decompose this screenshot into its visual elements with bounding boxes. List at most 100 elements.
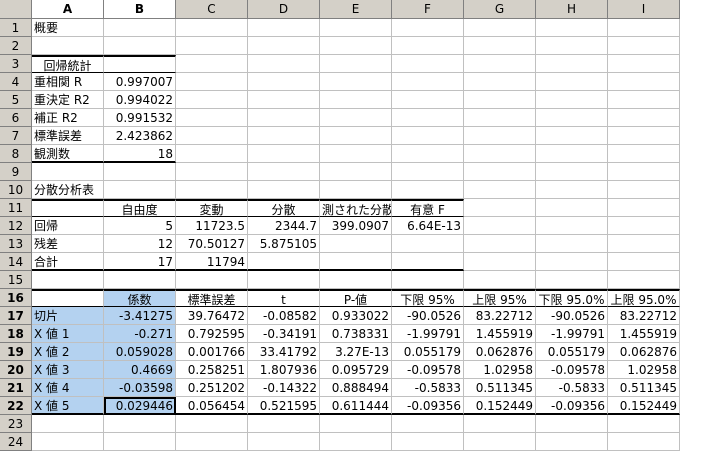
cell-e6[interactable]: [320, 109, 392, 127]
cell-f3[interactable]: [392, 55, 464, 73]
cell-f4[interactable]: [392, 73, 464, 91]
cell-i12[interactable]: [608, 217, 680, 235]
cell-h5[interactable]: [536, 91, 608, 109]
row-header-20[interactable]: 20: [0, 361, 32, 379]
cell-c22[interactable]: 0.056454: [176, 397, 248, 415]
cell-h19[interactable]: 0.055179: [536, 343, 608, 361]
cell-a8[interactable]: 観測数: [32, 145, 104, 163]
cell-c2[interactable]: [176, 37, 248, 55]
cell-i15[interactable]: [608, 271, 680, 289]
cell-e3[interactable]: [320, 55, 392, 73]
row-header-12[interactable]: 12: [0, 217, 32, 235]
cell-d14[interactable]: [248, 253, 320, 271]
cell-g3[interactable]: [464, 55, 536, 73]
cell-b19[interactable]: 0.059028: [104, 343, 176, 361]
cell-g22[interactable]: 0.152449: [464, 397, 536, 415]
cell-g5[interactable]: [464, 91, 536, 109]
cell-h23[interactable]: [536, 415, 608, 433]
cell-b11[interactable]: 自由度: [104, 199, 176, 217]
column-header-i[interactable]: I: [608, 0, 680, 19]
cell-e10[interactable]: [320, 181, 392, 199]
cell-g20[interactable]: 1.02958: [464, 361, 536, 379]
row-header-19[interactable]: 19: [0, 343, 32, 361]
cell-d2[interactable]: [248, 37, 320, 55]
cell-c24[interactable]: [176, 433, 248, 451]
cell-d4[interactable]: [248, 73, 320, 91]
row-header-3[interactable]: 3: [0, 55, 32, 73]
cell-c10[interactable]: [176, 181, 248, 199]
cell-h8[interactable]: [536, 145, 608, 163]
cell-b15[interactable]: [104, 271, 176, 289]
cell-e22[interactable]: 0.611444: [320, 397, 392, 415]
cell-f1[interactable]: [392, 19, 464, 37]
cell-h12[interactable]: [536, 217, 608, 235]
row-header-17[interactable]: 17: [0, 307, 32, 325]
cell-b3[interactable]: [104, 55, 176, 73]
cell-b8[interactable]: 18: [104, 145, 176, 163]
cell-b21[interactable]: -0.03598: [104, 379, 176, 397]
cell-i8[interactable]: [608, 145, 680, 163]
cell-i20[interactable]: 1.02958: [608, 361, 680, 379]
cell-e8[interactable]: [320, 145, 392, 163]
cell-a22[interactable]: X 値 5: [32, 397, 104, 415]
cell-c13[interactable]: 70.50127: [176, 235, 248, 253]
cell-b6[interactable]: 0.991532: [104, 109, 176, 127]
cell-d11[interactable]: 分散: [248, 199, 320, 217]
cell-g6[interactable]: [464, 109, 536, 127]
row-header-11[interactable]: 11: [0, 199, 32, 217]
cell-e2[interactable]: [320, 37, 392, 55]
cell-f16[interactable]: 下限 95%: [392, 289, 464, 307]
cell-a1[interactable]: 概要: [32, 19, 104, 37]
cell-g18[interactable]: 1.455919: [464, 325, 536, 343]
cell-g2[interactable]: [464, 37, 536, 55]
row-header-21[interactable]: 21: [0, 379, 32, 397]
cell-d1[interactable]: [248, 19, 320, 37]
cell-c15[interactable]: [176, 271, 248, 289]
cell-d3[interactable]: [248, 55, 320, 73]
cell-i7[interactable]: [608, 127, 680, 145]
cell-g11[interactable]: [464, 199, 536, 217]
cell-h17[interactable]: -90.0526: [536, 307, 608, 325]
cell-d8[interactable]: [248, 145, 320, 163]
cell-d16[interactable]: t: [248, 289, 320, 307]
cell-e23[interactable]: [320, 415, 392, 433]
cell-c19[interactable]: 0.001766: [176, 343, 248, 361]
cell-e12[interactable]: 399.0907: [320, 217, 392, 235]
cell-d20[interactable]: 1.807936: [248, 361, 320, 379]
cell-g19[interactable]: 0.062876: [464, 343, 536, 361]
cell-a17[interactable]: 切片: [32, 307, 104, 325]
cell-d7[interactable]: [248, 127, 320, 145]
cell-a19[interactable]: X 値 2: [32, 343, 104, 361]
cell-f5[interactable]: [392, 91, 464, 109]
row-header-16[interactable]: 16: [0, 289, 32, 307]
cell-d21[interactable]: -0.14322: [248, 379, 320, 397]
cell-b14[interactable]: 17: [104, 253, 176, 271]
cell-i18[interactable]: 1.455919: [608, 325, 680, 343]
cell-g24[interactable]: [464, 433, 536, 451]
cell-h21[interactable]: -0.5833: [536, 379, 608, 397]
cell-c6[interactable]: [176, 109, 248, 127]
cell-i6[interactable]: [608, 109, 680, 127]
cell-h7[interactable]: [536, 127, 608, 145]
cell-f8[interactable]: [392, 145, 464, 163]
cell-h14[interactable]: [536, 253, 608, 271]
cell-d10[interactable]: [248, 181, 320, 199]
cell-d18[interactable]: -0.34191: [248, 325, 320, 343]
cell-a10[interactable]: 分散分析表: [32, 181, 104, 199]
cell-d5[interactable]: [248, 91, 320, 109]
cell-b12[interactable]: 5: [104, 217, 176, 235]
cell-h4[interactable]: [536, 73, 608, 91]
cell-c5[interactable]: [176, 91, 248, 109]
row-header-10[interactable]: 10: [0, 181, 32, 199]
cell-a14[interactable]: 合計: [32, 253, 104, 271]
cell-e16[interactable]: P-値: [320, 289, 392, 307]
cell-i24[interactable]: [608, 433, 680, 451]
cell-e4[interactable]: [320, 73, 392, 91]
cell-b23[interactable]: [104, 415, 176, 433]
cell-i23[interactable]: [608, 415, 680, 433]
cell-g1[interactable]: [464, 19, 536, 37]
cell-g14[interactable]: [464, 253, 536, 271]
cell-a13[interactable]: 残差: [32, 235, 104, 253]
cell-c14[interactable]: 11794: [176, 253, 248, 271]
cell-b4[interactable]: 0.997007: [104, 73, 176, 91]
